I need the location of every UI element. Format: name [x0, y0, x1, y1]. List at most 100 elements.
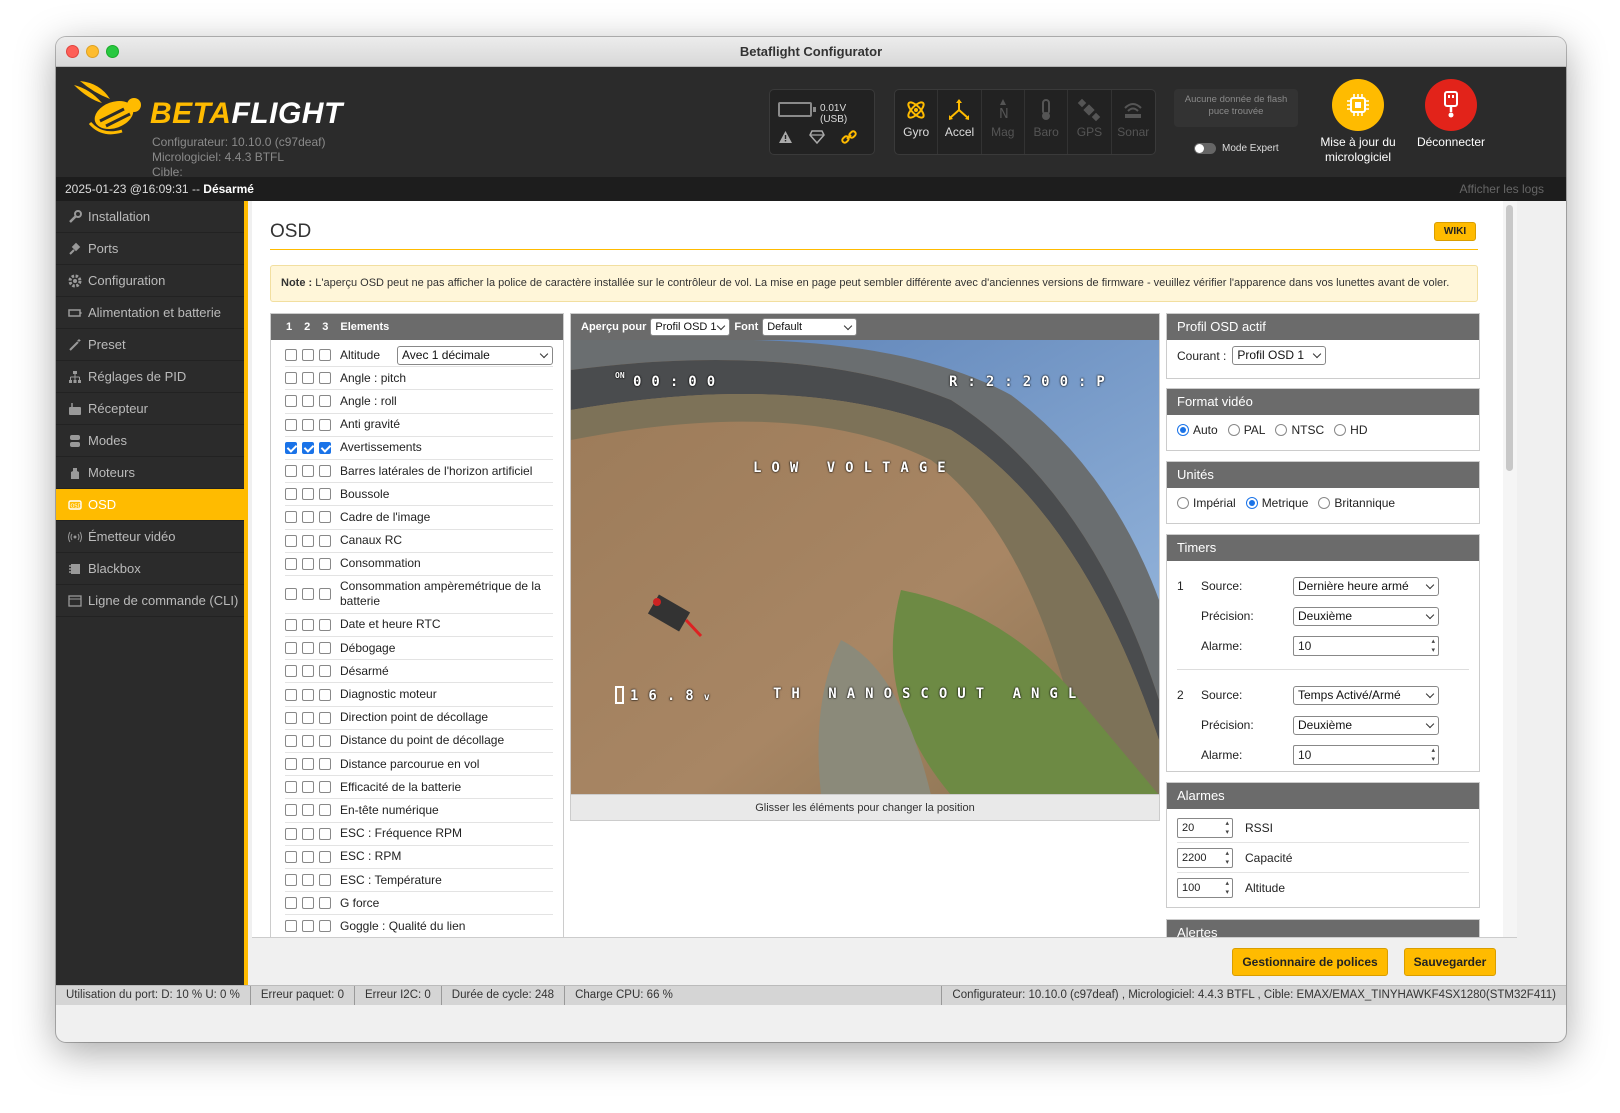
profile-1-checkbox[interactable]	[285, 588, 297, 601]
profile-1-checkbox[interactable]	[285, 349, 297, 362]
profile-2-checkbox[interactable]	[302, 588, 314, 601]
video-format-radio[interactable]	[1227, 424, 1240, 436]
sidebar-item-power[interactable]: Alimentation et batterie	[56, 297, 244, 329]
sidebar-item-osd[interactable]: OSD OSD	[56, 489, 244, 521]
profile-3-checkbox[interactable]	[319, 557, 331, 570]
profile-3-checkbox[interactable]	[319, 897, 331, 910]
video-format-option[interactable]: HD	[1334, 423, 1368, 437]
osd-voltage[interactable]: 16.8v	[615, 686, 720, 704]
sidebar-item-configuration[interactable]: Configuration	[56, 265, 244, 297]
sidebar-item-blackbox[interactable]: Blackbox	[56, 553, 244, 585]
disconnect-button[interactable]: Déconnecter	[1406, 79, 1496, 150]
profile-3-checkbox[interactable]	[319, 850, 331, 863]
osd-rssi[interactable]: R:2:200:P	[949, 374, 1115, 390]
profile-2-checkbox[interactable]	[302, 372, 314, 385]
profile-3-checkbox[interactable]	[319, 734, 331, 747]
profile-2-checkbox[interactable]	[302, 465, 314, 478]
profile-2-checkbox[interactable]	[302, 850, 314, 863]
profile-1-checkbox[interactable]	[285, 488, 297, 501]
profile-1-checkbox[interactable]	[285, 465, 297, 478]
profile-2-checkbox[interactable]	[302, 758, 314, 771]
profile-3-checkbox[interactable]	[319, 534, 331, 547]
profile-3-checkbox[interactable]	[319, 920, 331, 933]
profile-1-checkbox[interactable]	[285, 688, 297, 701]
osd-preview-video[interactable]: ON 00:00 R:2:200:P LOW VOLTAGE 16.8v TH …	[571, 340, 1159, 795]
profile-3-checkbox[interactable]	[319, 441, 331, 454]
video-format-option[interactable]: Auto	[1177, 423, 1218, 437]
units-option[interactable]: Britannique	[1318, 496, 1395, 510]
profile-2-checkbox[interactable]	[302, 734, 314, 747]
profile-2-checkbox[interactable]	[302, 804, 314, 817]
profile-3-checkbox[interactable]	[319, 349, 331, 362]
profile-3-checkbox[interactable]	[319, 618, 331, 631]
sidebar-item-vtx[interactable]: Émetteur vidéo	[56, 521, 244, 553]
units-radio[interactable]	[1177, 497, 1189, 509]
profile-3-checkbox[interactable]	[319, 372, 331, 385]
profile-1-checkbox[interactable]	[285, 557, 297, 570]
profile-3-checkbox[interactable]	[319, 781, 331, 794]
profile-1-checkbox[interactable]	[285, 534, 297, 547]
profile-1-checkbox[interactable]	[285, 897, 297, 910]
units-option[interactable]: Impérial	[1177, 496, 1236, 510]
profile-1-checkbox[interactable]	[285, 418, 297, 431]
alarm-value-input[interactable]: 20	[1177, 817, 1233, 838]
profile-2-checkbox[interactable]	[302, 920, 314, 933]
profile-2-checkbox[interactable]	[302, 534, 314, 547]
timer-alarm-input[interactable]: 10	[1293, 636, 1439, 656]
timer-alarm-input[interactable]: 10	[1293, 745, 1439, 765]
profile-2-checkbox[interactable]	[302, 557, 314, 570]
content-scrollbar[interactable]	[1503, 201, 1517, 937]
profile-2-checkbox[interactable]	[302, 781, 314, 794]
profile-2-checkbox[interactable]	[302, 874, 314, 887]
profile-3-checkbox[interactable]	[319, 665, 331, 678]
expert-mode-toggle[interactable]: Mode Expert	[1194, 143, 1279, 154]
profile-1-checkbox[interactable]	[285, 758, 297, 771]
profile-3-checkbox[interactable]	[319, 758, 331, 771]
profile-2-checkbox[interactable]	[302, 618, 314, 631]
profile-1-checkbox[interactable]	[285, 781, 297, 794]
sidebar-item-pid[interactable]: Réglages de PID	[56, 361, 244, 393]
sidebar-item-cli[interactable]: Ligne de commande (CLI)	[56, 585, 244, 617]
osd-timer-prefix[interactable]: ON	[615, 372, 625, 380]
video-format-radio[interactable]	[1177, 424, 1189, 436]
alarm-value-input[interactable]: 2200	[1177, 847, 1233, 868]
osd-warning[interactable]: LOW VOLTAGE	[753, 460, 956, 476]
profile-1-checkbox[interactable]	[285, 618, 297, 631]
wiki-button[interactable]: WIKI	[1434, 222, 1476, 241]
profile-1-checkbox[interactable]	[285, 920, 297, 933]
active-profile-select[interactable]: Profil OSD 1	[1232, 346, 1327, 365]
show-logs-link[interactable]: Afficher les logs	[1460, 177, 1545, 201]
save-button[interactable]: Sauvegarder	[1404, 948, 1496, 976]
profile-1-checkbox[interactable]	[285, 734, 297, 747]
profile-1-checkbox[interactable]	[285, 804, 297, 817]
profile-3-checkbox[interactable]	[319, 588, 331, 601]
profile-1-checkbox[interactable]	[285, 850, 297, 863]
profile-3-checkbox[interactable]	[319, 488, 331, 501]
sidebar-item-receiver[interactable]: Récepteur	[56, 393, 244, 425]
preview-profile-select[interactable]: Profil OSD 1	[650, 318, 731, 336]
sidebar-item-modes[interactable]: Modes	[56, 425, 244, 457]
profile-2-checkbox[interactable]	[302, 395, 314, 408]
video-format-radio[interactable]	[1275, 424, 1288, 436]
profile-3-checkbox[interactable]	[319, 395, 331, 408]
profile-2-checkbox[interactable]	[302, 827, 314, 840]
profile-1-checkbox[interactable]	[285, 665, 297, 678]
timer-source-select[interactable]: Temps Activé/Armé	[1293, 685, 1439, 705]
osd-craft-name[interactable]: TH NANOSCOUT ANGL	[773, 686, 1086, 702]
profile-3-checkbox[interactable]	[319, 418, 331, 431]
osd-timer[interactable]: 00:00	[633, 374, 725, 390]
profile-2-checkbox[interactable]	[302, 441, 314, 454]
timer-source-select[interactable]: Dernière heure armé	[1293, 576, 1439, 596]
profile-3-checkbox[interactable]	[319, 711, 331, 724]
sidebar-item-motors[interactable]: Moteurs	[56, 457, 244, 489]
video-format-option[interactable]: PAL	[1227, 423, 1265, 437]
units-option[interactable]: Metrique	[1245, 496, 1308, 510]
profile-3-checkbox[interactable]	[319, 827, 331, 840]
profile-1-checkbox[interactable]	[285, 827, 297, 840]
preview-font-select[interactable]: Default	[762, 318, 858, 336]
profile-2-checkbox[interactable]	[302, 688, 314, 701]
alarm-value-input[interactable]: 100	[1177, 878, 1233, 898]
profile-1-checkbox[interactable]	[285, 395, 297, 408]
profile-2-checkbox[interactable]	[302, 642, 314, 655]
timer-precision-select[interactable]: Deuxième	[1293, 606, 1439, 626]
